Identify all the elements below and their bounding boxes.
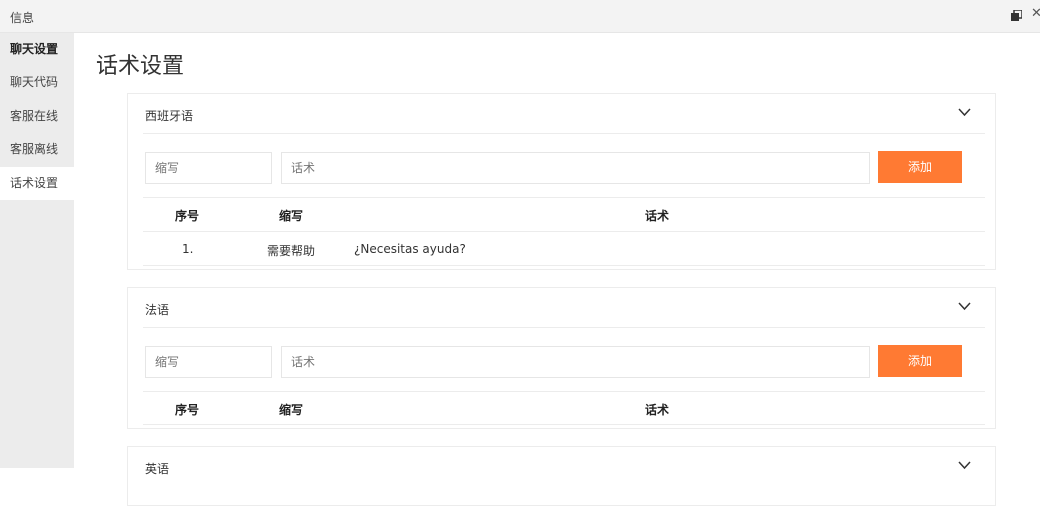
divider: [143, 231, 985, 232]
section-title: 英语: [145, 462, 170, 476]
phrase-input[interactable]: [281, 346, 870, 378]
sidebar: 聊天设置 聊天代码 客服在线 客服离线 话术设置: [0, 33, 74, 468]
chevron-down-icon[interactable]: [958, 108, 971, 117]
chevron-down-icon[interactable]: [958, 302, 971, 311]
column-header-index: 序号: [175, 403, 200, 417]
section-header[interactable]: 法语: [128, 288, 995, 328]
abbr-input[interactable]: [145, 152, 272, 184]
row-phrase: ¿Necesitas ayuda?: [354, 242, 466, 256]
divider: [143, 327, 985, 328]
section-header[interactable]: 英语: [128, 447, 995, 487]
sidebar-item-chat-settings[interactable]: 聊天设置: [0, 33, 74, 66]
close-icon[interactable]: ✕: [1031, 7, 1040, 20]
column-header-index: 序号: [175, 209, 200, 223]
divider: [143, 197, 985, 198]
chevron-down-icon[interactable]: [958, 461, 971, 470]
column-header-phrase: 话术: [645, 403, 670, 417]
divider: [143, 424, 985, 425]
add-button[interactable]: 添加: [878, 151, 962, 183]
restore-window-icon[interactable]: [1011, 10, 1022, 21]
divider: [143, 265, 985, 266]
phrase-section-french: 法语 添加 序号 缩写 话术: [127, 287, 996, 429]
divider: [143, 391, 985, 392]
abbr-input[interactable]: [145, 346, 272, 378]
title-bar: 信息 ✕: [0, 0, 1040, 33]
column-header-phrase: 话术: [645, 209, 670, 223]
phrase-input[interactable]: [281, 152, 870, 184]
page-title: 话术设置: [96, 54, 185, 79]
column-header-abbr: 缩写: [279, 209, 304, 223]
section-title: 西班牙语: [145, 109, 194, 123]
divider: [143, 133, 985, 134]
column-header-abbr: 缩写: [279, 403, 304, 417]
row-abbr: 需要帮助: [267, 244, 316, 258]
sidebar-item-chat-code[interactable]: 聊天代码: [0, 66, 74, 99]
add-button[interactable]: 添加: [878, 345, 962, 377]
section-header[interactable]: 西班牙语: [128, 94, 995, 134]
row-index: 1.: [182, 242, 194, 256]
phrase-section-spanish: 西班牙语 添加 序号 缩写 话术 1. 需要帮助 ¿Necesitas ayud…: [127, 93, 996, 270]
phrase-section-english: 英语: [127, 446, 996, 506]
sidebar-item-phrase-settings[interactable]: 话术设置: [0, 167, 74, 200]
window-title: 信息: [10, 11, 35, 25]
section-title: 法语: [145, 303, 170, 317]
sidebar-item-agent-online[interactable]: 客服在线: [0, 100, 74, 133]
sidebar-item-agent-offline[interactable]: 客服离线: [0, 133, 74, 166]
